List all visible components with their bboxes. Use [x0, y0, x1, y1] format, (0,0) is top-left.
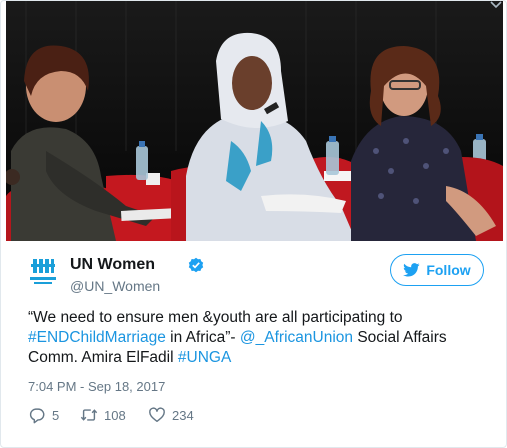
tweet-text: “We need to ensure men &youth are all pa…: [28, 308, 493, 368]
follow-button[interactable]: Follow: [390, 254, 484, 286]
tweet-photo[interactable]: [6, 1, 503, 241]
retweet-icon: [80, 409, 98, 421]
tweet-actions: 5 108 234: [28, 405, 194, 425]
chevron-down-icon[interactable]: [490, 1, 502, 9]
author-name[interactable]: UN Women: [70, 256, 155, 274]
retweet-button[interactable]: 108: [80, 406, 148, 424]
tweet-text-segment: Social Affairs: [353, 329, 447, 346]
tweet-text-line-3: Comm. Amira ElFadil #UNGA: [28, 348, 493, 368]
reply-button[interactable]: 5: [28, 406, 80, 424]
verified-badge-icon: [188, 257, 204, 273]
twitter-bird-icon: [403, 263, 420, 277]
heart-icon: [149, 407, 165, 423]
tweet-text-line-1: “We need to ensure men &youth are all pa…: [28, 308, 493, 328]
tweet-card: UN Women @UN_Women Follow “We need to en…: [0, 0, 507, 448]
follow-button-label: Follow: [426, 262, 471, 278]
hashtag-endchildmarriage[interactable]: #ENDChildMarriage: [28, 329, 166, 346]
like-count: 234: [172, 407, 194, 423]
tweet-timestamp[interactable]: 7:04 PM - Sep 18, 2017: [28, 379, 165, 394]
like-button[interactable]: 234: [148, 406, 194, 424]
hashtag-unga[interactable]: #UNGA: [178, 349, 231, 366]
reply-count: 5: [52, 407, 60, 423]
reply-icon: [29, 408, 45, 424]
tweet-text-segment: in Africa”-: [165, 329, 240, 346]
tweet-text-segment: “We need to ensure men &youth are all pa…: [28, 309, 403, 326]
author-handle[interactable]: @UN_Women: [70, 278, 160, 294]
un-women-logo-icon[interactable]: [28, 256, 58, 286]
retweet-count: 108: [104, 407, 126, 423]
panel-discussion-photo: [6, 1, 503, 241]
tweet-text-segment: Comm. Amira ElFadil: [28, 349, 178, 366]
tweet-text-line-2: #ENDChildMarriage in Africa”- @_AfricanU…: [28, 328, 493, 348]
mention-africanunion[interactable]: @_AfricanUnion: [240, 329, 353, 346]
